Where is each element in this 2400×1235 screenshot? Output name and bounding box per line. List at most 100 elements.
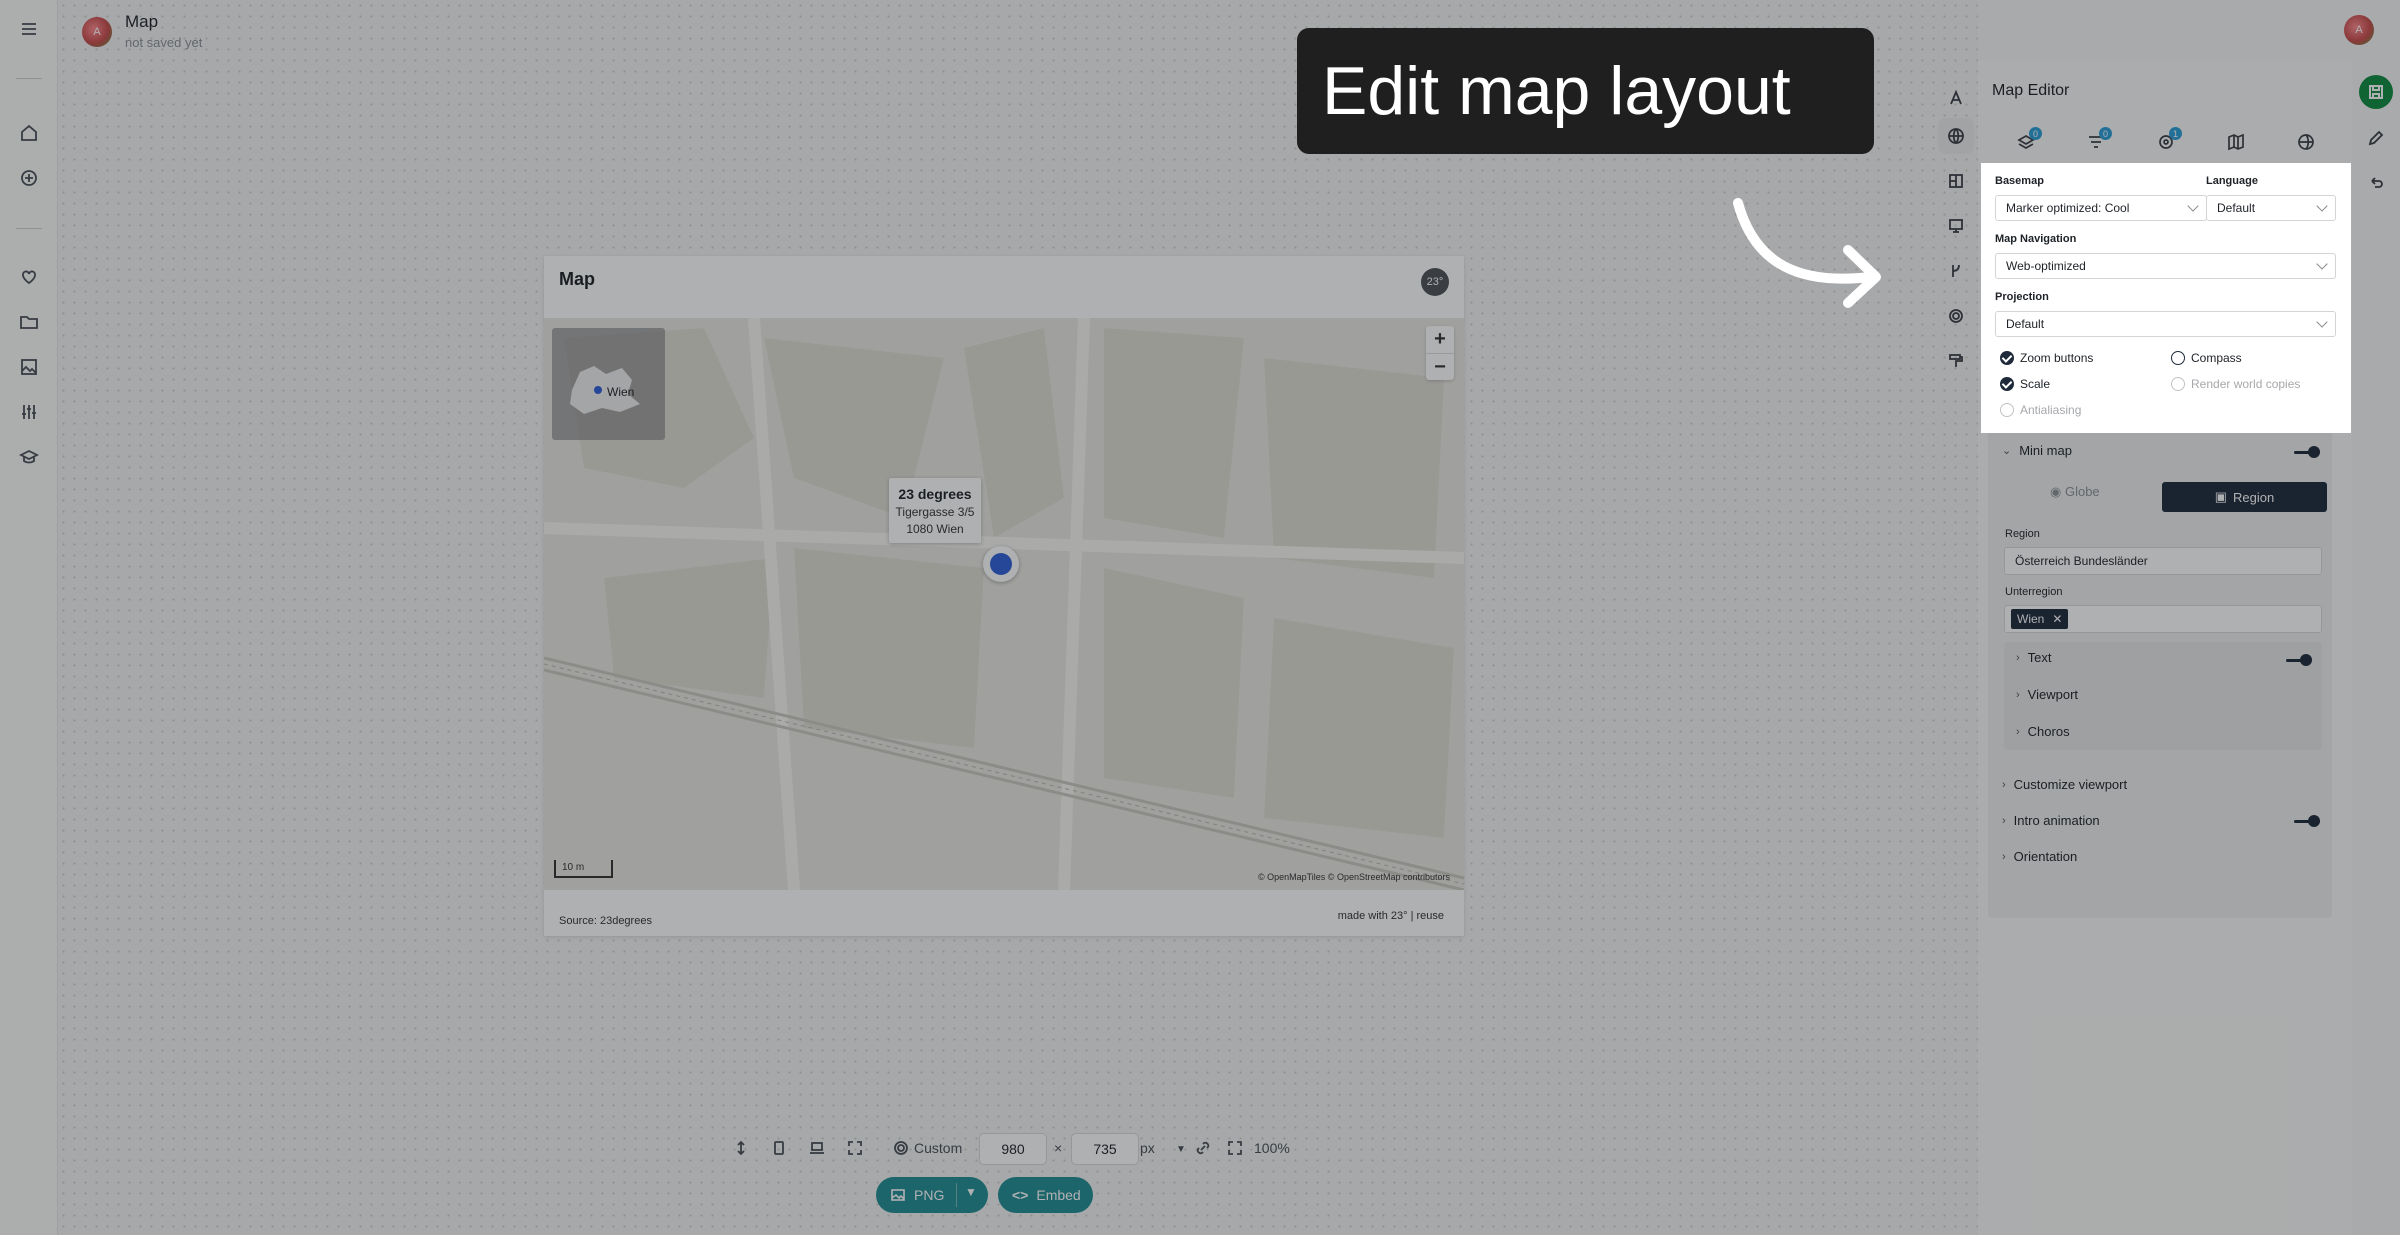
layout-icon[interactable] <box>1938 163 1974 199</box>
layers-tab[interactable]: 0 <box>2008 124 2044 160</box>
undo-icon[interactable] <box>2363 169 2389 195</box>
mini-map-header[interactable]: ⌄ Mini map <box>2002 443 2072 458</box>
text-subsection[interactable]: › Text <box>2016 650 2052 665</box>
globe-icon[interactable] <box>1938 118 1974 154</box>
settings-icon[interactable] <box>1938 298 1974 334</box>
zoom-in-button[interactable]: + <box>1426 326 1454 353</box>
branch-icon[interactable] <box>1938 253 1974 289</box>
intro-animation-header[interactable]: › Intro animation <box>2002 813 2100 828</box>
link-icon[interactable] <box>1192 1137 1214 1159</box>
minimap[interactable]: Wien <box>552 328 665 440</box>
graduation-cap-icon[interactable] <box>17 445 41 469</box>
laptop-icon[interactable] <box>806 1137 828 1159</box>
folder-icon[interactable] <box>17 310 41 334</box>
user-avatar[interactable]: A <box>2344 15 2374 45</box>
divider <box>16 78 42 79</box>
chevron-right-icon: › <box>2002 850 2006 863</box>
language-select[interactable]: Default <box>2206 195 2336 221</box>
markers-badge: 1 <box>2169 127 2182 140</box>
phone-icon[interactable] <box>768 1137 790 1159</box>
map-tab[interactable] <box>2218 124 2254 160</box>
chevron-right-icon: › <box>2016 725 2020 738</box>
height-input[interactable]: 735 <box>1071 1133 1139 1165</box>
zoom-buttons-option[interactable]: Zoom buttons <box>2000 351 2093 365</box>
text-toggle[interactable] <box>2286 654 2312 666</box>
navigation-select[interactable]: Web-optimized <box>1995 253 2336 279</box>
chevron-right-icon: › <box>2002 814 2006 827</box>
globe-option[interactable]: ◉ Globe <box>2050 484 2100 500</box>
region-option[interactable]: ▣ Region <box>2162 482 2327 512</box>
close-icon[interactable]: ✕ <box>2052 612 2062 626</box>
orientation-header[interactable]: › Orientation <box>2002 849 2077 864</box>
checked-icon <box>2000 377 2014 391</box>
gear-icon[interactable] <box>890 1137 912 1159</box>
save-button[interactable] <box>2359 75 2393 109</box>
tutorial-callout: Edit map layout <box>1297 28 1874 154</box>
edit-icon[interactable] <box>2363 125 2389 151</box>
map-attribution[interactable]: © OpenMapTiles © OpenStreetMap contribut… <box>1258 872 1450 882</box>
preset-select[interactable]: Custom <box>914 1140 962 1156</box>
tooltip-city: 1080 Wien <box>906 522 964 536</box>
scale-option[interactable]: Scale <box>2000 377 2050 391</box>
viewport-subsection[interactable]: › Viewport <box>2016 687 2078 702</box>
save-status: not saved yet <box>125 35 203 50</box>
made-with-link[interactable]: made with 23° | reuse <box>1338 910 1444 922</box>
compass-option[interactable]: Compass <box>2171 351 2242 365</box>
divider <box>956 1183 957 1207</box>
code-icon: <> <box>1012 1187 1029 1203</box>
brand-logo-icon: 23° <box>1421 268 1449 296</box>
fit-icon[interactable] <box>1224 1137 1246 1159</box>
chevron-right-icon: › <box>2016 651 2020 664</box>
callout-arrow-icon <box>1733 198 1881 308</box>
heart-icon[interactable] <box>17 265 41 289</box>
menu-icon[interactable] <box>17 17 41 41</box>
home-icon[interactable] <box>17 121 41 145</box>
customize-viewport-section[interactable]: › Customize viewport <box>1988 766 2332 802</box>
save-icon <box>2369 85 2383 99</box>
filters-tab[interactable]: 0 <box>2078 124 2114 160</box>
projection-select[interactable]: Default <box>1995 311 2336 337</box>
image-icon[interactable] <box>17 355 41 379</box>
subregion-chip[interactable]: Wien ✕ <box>2011 609 2069 629</box>
globe-icon <box>2298 134 2314 150</box>
globe-tab[interactable] <box>2288 124 2324 160</box>
tooltip-address: Tigergasse 3/5 <box>895 505 975 519</box>
choros-subsection[interactable]: › Choros <box>2016 724 2070 739</box>
export-png-button[interactable]: PNG ▼ <box>876 1177 988 1213</box>
markers-tab[interactable]: 1 <box>2148 124 2184 160</box>
unit-chevron-down-icon[interactable]: ▼ <box>1176 1144 1186 1155</box>
page-title[interactable]: Map <box>125 12 158 32</box>
orientation-section[interactable]: › Orientation <box>1988 838 2332 874</box>
antialiasing-option: Antialiasing <box>2000 403 2081 417</box>
map-marker[interactable] <box>983 546 1019 582</box>
basemap-select[interactable]: Marker optimized: Cool <box>1995 195 2207 221</box>
map-view[interactable]: Wien + − 23 degrees Tigergasse 3/5 1080 … <box>544 318 1464 890</box>
filters-badge: 0 <box>2099 127 2112 140</box>
chevron-down-icon <box>2316 258 2328 270</box>
mini-map-toggle[interactable] <box>2294 446 2320 458</box>
embed-button[interactable]: <> Embed <box>998 1177 1093 1213</box>
width-input[interactable]: 980 <box>979 1133 1047 1165</box>
intro-animation-section[interactable]: › Intro animation <box>1988 802 2332 838</box>
fullscreen-icon[interactable] <box>844 1137 866 1159</box>
region-select[interactable]: Österreich Bundesländer <box>2004 547 2322 575</box>
language-label: Language <box>2206 175 2258 187</box>
add-icon[interactable] <box>17 166 41 190</box>
customize-viewport-header[interactable]: › Customize viewport <box>2002 777 2127 792</box>
subregion-select[interactable]: Wien ✕ <box>2004 605 2322 633</box>
intro-animation-toggle[interactable] <box>2294 815 2320 827</box>
sliders-icon[interactable] <box>17 400 41 424</box>
zoom-level[interactable]: 100% <box>1254 1140 1290 1156</box>
resize-vertical-icon[interactable] <box>730 1137 752 1159</box>
embed-label: Embed <box>1036 1187 1081 1203</box>
unit-select[interactable]: px <box>1140 1140 1155 1156</box>
chevron-down-icon[interactable]: ▼ <box>965 1185 977 1199</box>
presentation-icon[interactable] <box>1938 208 1974 244</box>
chevron-right-icon: › <box>2002 778 2006 791</box>
map-source: Source: 23degrees <box>559 915 652 927</box>
typography-icon[interactable] <box>1938 80 1974 116</box>
times-sign: × <box>1054 1140 1063 1156</box>
zoom-out-button[interactable]: − <box>1426 353 1454 380</box>
paint-roller-icon[interactable] <box>1938 343 1974 379</box>
mini-map-title: Mini map <box>2019 443 2072 458</box>
